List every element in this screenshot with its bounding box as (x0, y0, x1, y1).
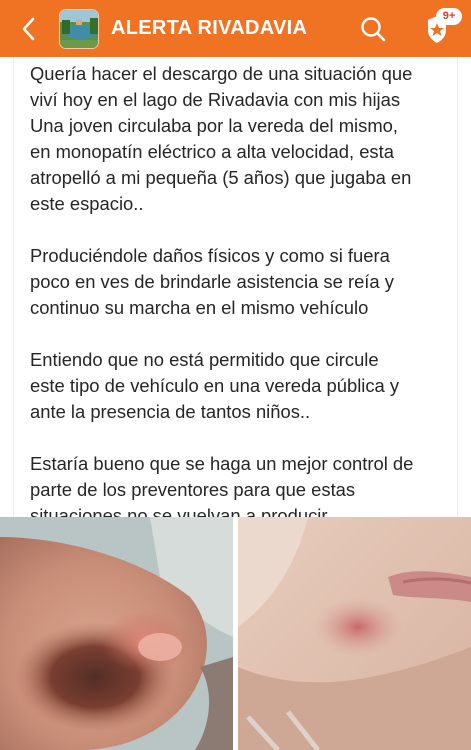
post-paragraph: Produciéndole daños físicos y como si fu… (30, 245, 394, 318)
app-bar: ALERTA RIVADAVIA 9+ (0, 0, 471, 57)
group-avatar[interactable] (59, 9, 99, 49)
elbow-photo-image (0, 517, 233, 750)
chevron-left-icon (22, 17, 35, 41)
post-paragraph: Quería hacer el descargo de una situació… (30, 63, 413, 214)
post-card: Quería hacer el descargo de una situació… (14, 57, 457, 526)
post-paragraph: Entiendo que no está permitido que circu… (30, 349, 400, 422)
search-icon (361, 17, 386, 42)
group-title[interactable]: ALERTA RIVADAVIA (111, 0, 307, 57)
injured-chin-photo[interactable] (238, 517, 471, 750)
post-body: Quería hacer el descargo de una situació… (30, 61, 450, 555)
lake-thumbnail-image (60, 10, 98, 48)
search-button[interactable] (358, 14, 388, 44)
chin-photo-image (238, 517, 471, 750)
back-button[interactable] (14, 14, 44, 44)
notification-badge: 9+ (436, 8, 462, 25)
injured-elbow-photo[interactable] (0, 517, 233, 750)
